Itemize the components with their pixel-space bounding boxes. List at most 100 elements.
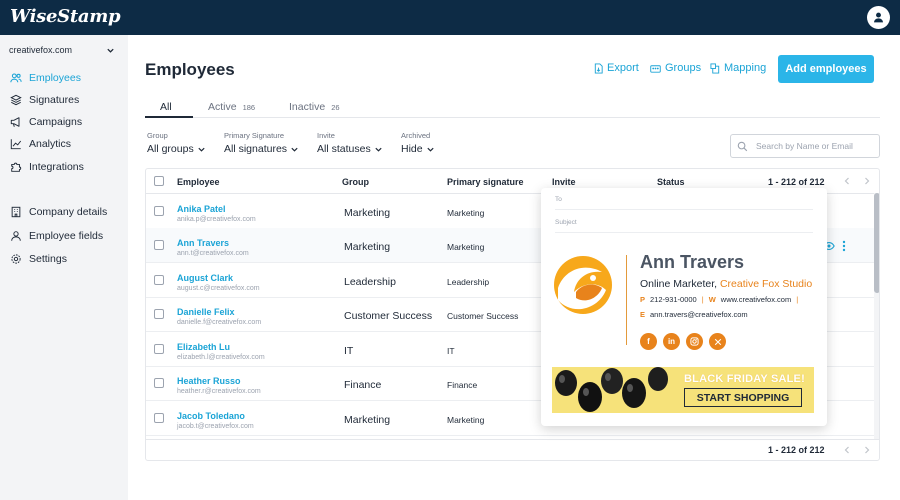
- user-avatar-button[interactable]: [867, 6, 890, 29]
- employee-name-link[interactable]: August Clark: [177, 273, 233, 283]
- facebook-icon[interactable]: f: [640, 333, 657, 350]
- filter-archived-dropdown[interactable]: Hide: [401, 143, 435, 155]
- search-box[interactable]: [730, 134, 880, 158]
- active-tab-indicator: [145, 116, 193, 118]
- filter-group-label: Group: [147, 131, 168, 140]
- row-checkbox[interactable]: [154, 309, 164, 319]
- column-header-employee[interactable]: Employee: [177, 177, 220, 187]
- sidebar-item-label: Signatures: [29, 94, 80, 106]
- sidebar-item-company-details[interactable]: Company details: [10, 204, 107, 220]
- next-page-icon[interactable]: [863, 177, 871, 185]
- signature-email: Eann.travers@creativefox.com: [640, 310, 748, 319]
- filter-signature-dropdown[interactable]: All signatures: [224, 143, 299, 155]
- search-input[interactable]: [756, 141, 874, 151]
- chevron-down-icon: [291, 147, 298, 152]
- sidebar-item-employees[interactable]: Employees: [10, 70, 81, 86]
- filter-signature-label: Primary Signature: [224, 131, 285, 140]
- signature-phone-web: P 212-931-0000 | Wwww.creativefox.com |: [640, 295, 799, 304]
- sidebar-item-label: Analytics: [29, 138, 72, 150]
- tab-active[interactable]: Active 186: [208, 101, 255, 113]
- row-checkbox[interactable]: [154, 240, 164, 250]
- puzzle-icon: [11, 162, 22, 172]
- column-header-group[interactable]: Group: [342, 177, 369, 187]
- mapping-button[interactable]: Mapping: [710, 62, 766, 74]
- employee-signature: Leadership: [447, 277, 490, 287]
- export-button[interactable]: Export: [593, 62, 639, 74]
- tab-label: Inactive: [289, 101, 326, 113]
- row-checkbox[interactable]: [154, 378, 164, 388]
- row-checkbox[interactable]: [154, 206, 164, 216]
- row-checkbox[interactable]: [154, 275, 164, 285]
- employee-name-link[interactable]: Danielle Felix: [177, 307, 235, 317]
- employee-group: Marketing: [344, 414, 391, 426]
- employee-signature: Marketing: [447, 415, 485, 425]
- employee-name-link[interactable]: Anika Patel: [177, 204, 226, 214]
- instagram-icon[interactable]: [686, 333, 703, 350]
- employee-email: jacob.t@creativefox.com: [177, 423, 254, 430]
- employee-name-link[interactable]: Heather Russo: [177, 376, 241, 386]
- column-header-invite[interactable]: Invite: [552, 177, 576, 187]
- tab-divider: [145, 117, 880, 118]
- job-title: Online Marketer,: [640, 278, 718, 290]
- employee-name-link[interactable]: Ann Travers: [177, 238, 229, 248]
- start-shopping-button[interactable]: START SHOPPING: [684, 388, 802, 407]
- filter-invite-label: Invite: [317, 131, 335, 140]
- column-header-primary-signature[interactable]: Primary signature: [447, 177, 524, 187]
- filter-invite-dropdown[interactable]: All statuses: [317, 143, 383, 155]
- groups-icon: [650, 64, 661, 73]
- wisestamp-logo[interactable]: WiseStamp: [10, 6, 121, 27]
- scrollbar-thumb[interactable]: [874, 193, 879, 293]
- employee-signature: Marketing: [447, 242, 485, 252]
- mapping-icon: [710, 62, 720, 74]
- employee-email: danielle.f@creativefox.com: [177, 319, 262, 326]
- previous-page-icon[interactable]: [843, 446, 851, 454]
- select-all-checkbox[interactable]: [154, 176, 164, 186]
- balloons-graphic: [555, 367, 668, 412]
- building-icon: [11, 206, 21, 218]
- filter-value: Hide: [401, 143, 423, 155]
- groups-button[interactable]: Groups: [649, 62, 701, 74]
- x-twitter-icon[interactable]: [709, 333, 726, 350]
- social-icons: f in: [640, 333, 732, 350]
- employee-email: heather.r@creativefox.com: [177, 388, 261, 395]
- row-checkbox[interactable]: [154, 413, 164, 423]
- promo-banner[interactable]: BLACK FRIDAY SALE! START SHOPPING: [552, 367, 814, 413]
- page-title: Employees: [145, 60, 235, 79]
- filter-value: All statuses: [317, 143, 371, 155]
- chevron-down-icon: [107, 48, 114, 53]
- to-line: [555, 209, 813, 210]
- sidebar-item-analytics[interactable]: Analytics: [10, 136, 71, 152]
- table-scrollbar[interactable]: [874, 193, 879, 439]
- employee-name-link[interactable]: Elizabeth Lu: [177, 342, 230, 352]
- tab-all[interactable]: All: [160, 101, 172, 113]
- filter-group-dropdown[interactable]: All groups: [147, 143, 206, 155]
- column-header-status[interactable]: Status: [657, 177, 685, 187]
- gear-icon: [11, 254, 21, 264]
- sidebar-item-employee-fields[interactable]: Employee fields: [10, 228, 103, 244]
- employee-name-link[interactable]: Jacob Toledano: [177, 411, 245, 421]
- tab-label: All: [160, 101, 172, 113]
- sidebar-item-label: Campaigns: [29, 116, 83, 128]
- linkedin-icon[interactable]: in: [663, 333, 680, 350]
- top-bar: WiseStamp: [0, 0, 900, 35]
- tab-inactive[interactable]: Inactive 26: [289, 101, 340, 113]
- sidebar-item-label: Employees: [29, 72, 81, 84]
- chevron-down-icon: [426, 147, 434, 152]
- account-name: creativefox.com: [9, 45, 73, 55]
- more-options-icon[interactable]: [842, 240, 846, 252]
- signature-preview-popup: To Subject Ann Travers Online Marketer, …: [541, 188, 827, 426]
- next-page-icon[interactable]: [863, 446, 871, 454]
- row-checkbox[interactable]: [154, 344, 164, 354]
- creative-fox-logo: [554, 256, 612, 314]
- employee-group: Leadership: [344, 276, 396, 288]
- account-selector[interactable]: creativefox.com: [9, 45, 115, 55]
- add-employees-button[interactable]: Add employees: [778, 55, 874, 83]
- sidebar-item-campaigns[interactable]: Campaigns: [10, 114, 82, 130]
- previous-page-icon[interactable]: [843, 177, 851, 185]
- sidebar-item-signatures[interactable]: Signatures: [10, 92, 79, 108]
- sidebar-item-integrations[interactable]: Integrations: [10, 159, 84, 175]
- phone-value: 212-931-0000: [650, 295, 697, 304]
- chevron-down-icon: [375, 147, 382, 152]
- sidebar-item-settings[interactable]: Settings: [10, 251, 67, 267]
- mapping-label: Mapping: [724, 62, 767, 74]
